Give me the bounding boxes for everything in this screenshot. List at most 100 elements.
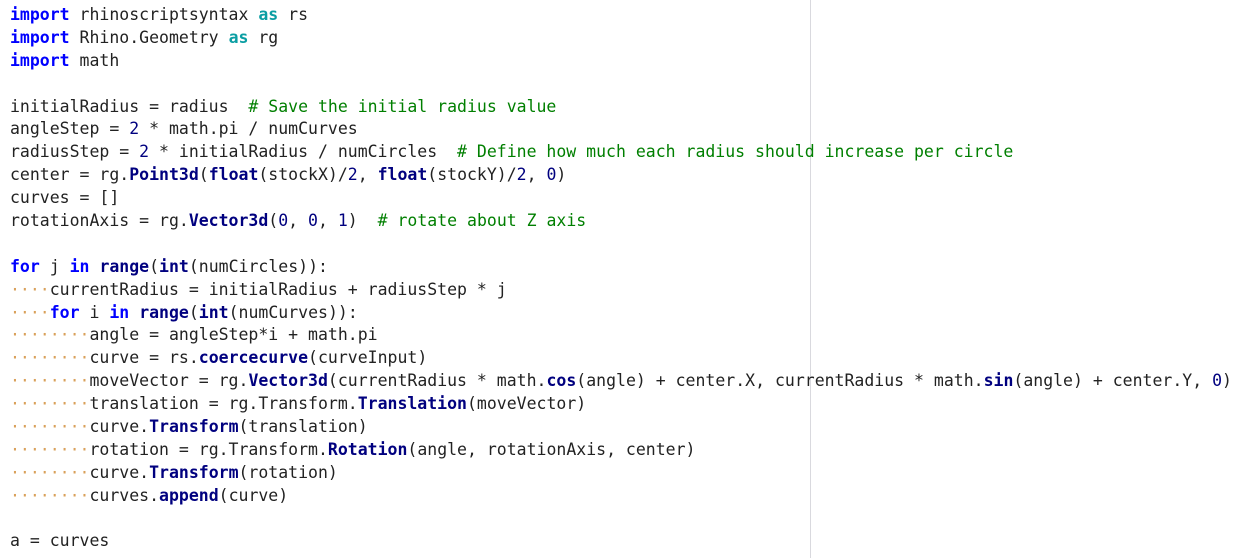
code-line[interactable]: ········translation = rg.Transform.Trans… [10,393,1252,416]
code-token-pl: (angle, rotationAxis, center) [407,439,696,459]
code-line[interactable]: center = rg.Point3d(float(stockX)/2, flo… [10,164,1252,187]
code-line[interactable]: ····currentRadius = initialRadius + radi… [10,279,1252,302]
code-line[interactable]: ········curves.append(curve) [10,485,1252,508]
code-token-pl: (currentRadius * math. [327,371,547,391]
code-token-ind: ········ [10,325,90,345]
code-token-fn: Point3d [129,165,199,185]
code-token-pl: (moveVector) [466,394,587,414]
code-token-pl: rg [248,27,279,47]
code-token-pl: i [79,302,110,322]
code-token-num: 0 [278,211,289,231]
code-token-ind: ········ [10,371,90,391]
code-token-num: 2 [347,165,358,185]
code-token-ind: ········ [10,394,90,414]
code-token-pl: curve = rs. [89,348,199,368]
code-token-kw: in [69,256,90,276]
code-token-op: ( [188,302,199,322]
code-line[interactable]: ········angle = angleStep*i + math.pi [10,324,1252,347]
code-line[interactable]: radiusStep = 2 * initialRadius / numCirc… [10,141,1252,164]
code-token-pl: (translation) [238,417,368,437]
code-token-pl: (stockX)/ [258,165,348,185]
code-token-kw-op: as [228,27,249,47]
code-token-fn: Vector3d [188,211,269,231]
code-line[interactable]: rotationAxis = rg.Vector3d(0, 0, 1) # ro… [10,210,1252,233]
code-token-fn: range [99,256,150,276]
code-token-pl: (rotation) [238,462,338,482]
code-token-ind: ········ [10,485,90,505]
code-token-fn: sin [983,371,1014,391]
code-token-pl: center = rg. [10,165,130,185]
code-token-pl: curves = [] [10,188,120,208]
code-token-op: ( [149,256,160,276]
code-token-op: ) [556,165,567,185]
code-token-pl: * math.pi / numCurves [139,119,358,139]
code-token-pl: Rhino.Geometry [69,27,229,47]
code-token-ind: ········ [10,439,90,459]
code-token-fn: int [159,256,189,276]
code-editor[interactable]: import rhinoscriptsyntax as rs import Rhi… [0,0,1252,558]
code-token-cm: # Define how much each radius should inc… [457,142,1014,162]
code-token-num: 2 [139,142,150,162]
code-token-fn: int [198,302,229,322]
code-token-pl: initialRadius = radius [10,96,249,116]
code-token-pl: (numCircles)): [188,256,328,276]
code-token-fn: Vector3d [248,371,328,391]
code-token-kw: in [109,302,130,322]
code-line[interactable]: import math [10,50,1252,73]
code-token-kw: import [10,5,70,24]
code-token-op: ) [1222,371,1232,391]
code-line[interactable]: ········curve = rs.coercecurve(curveInpu… [10,347,1252,370]
code-token-pl: curve. [89,462,150,482]
code-token-fn: Rotation [327,439,408,459]
code-line[interactable]: ​ [10,73,1252,96]
code-line[interactable]: ····for i in range(int(numCurves)): [10,302,1252,325]
code-line[interactable]: import rhinoscriptsyntax as rs [10,4,1252,27]
code-token-pl: rotation = rg.Transform. [89,439,328,459]
code-token-pl: rhinoscriptsyntax [69,5,259,24]
code-token-ind: ········ [10,348,90,368]
code-token-ind: ········ [10,462,90,482]
code-token-pl: (numCurves)): [228,302,358,322]
code-token-pl: math [69,50,120,70]
code-token-num: 1 [337,211,348,231]
code-token-pl: angleStep = [10,119,130,139]
code-token-kw: for [49,302,80,322]
code-line[interactable]: ​ [10,508,1252,531]
code-line[interactable]: ········moveVector = rg.Vector3d(current… [10,370,1252,393]
code-text-area[interactable]: import rhinoscriptsyntax as rs import Rhi… [0,0,1252,553]
code-token-pl: (curveInput) [308,348,428,368]
code-token-pl: a = curves [10,531,110,551]
code-token-pl: (angle) + center.Y, [1013,371,1213,391]
code-token-kw: import [10,50,70,70]
code-token-pl: * initialRadius / numCircles [149,142,458,162]
code-line[interactable]: for j in range(int(numCircles)): [10,256,1252,279]
code-token-fn: Transform [149,462,239,482]
code-token-fn: cos [546,371,577,391]
code-token-pl: , [526,165,547,185]
code-line[interactable]: initialRadius = radius # Save the initia… [10,96,1252,119]
code-token-fn: Transform [149,417,239,437]
code-token-fn: float [377,165,428,185]
code-token-kw-op: as [258,5,279,24]
code-line[interactable]: curves = [] [10,187,1252,210]
code-line[interactable]: ········curve.Transform(translation) [10,416,1252,439]
code-line[interactable]: angleStep = 2 * math.pi / numCurves [10,118,1252,141]
code-line[interactable]: import Rhino.Geometry as rg [10,27,1252,50]
code-token-num: 2 [516,165,527,185]
code-line[interactable]: ········rotation = rg.Transform.Rotation… [10,439,1252,462]
code-token-pl: , [288,211,309,231]
code-token-op: ( [198,165,209,185]
code-token-pl: (curve) [218,485,289,505]
code-token-op: ( [268,211,279,231]
code-token-fn: coercecurve [198,348,309,368]
code-token-pl: j [39,256,70,276]
code-token-pl: , [357,165,378,185]
code-line[interactable]: ​ [10,233,1252,256]
code-line[interactable]: ········curve.Transform(rotation) [10,462,1252,485]
code-line[interactable]: a = curves [10,530,1252,553]
code-token-fn: range [139,302,189,322]
code-token-fn: append [159,485,219,505]
code-token-pl: , [317,211,338,231]
